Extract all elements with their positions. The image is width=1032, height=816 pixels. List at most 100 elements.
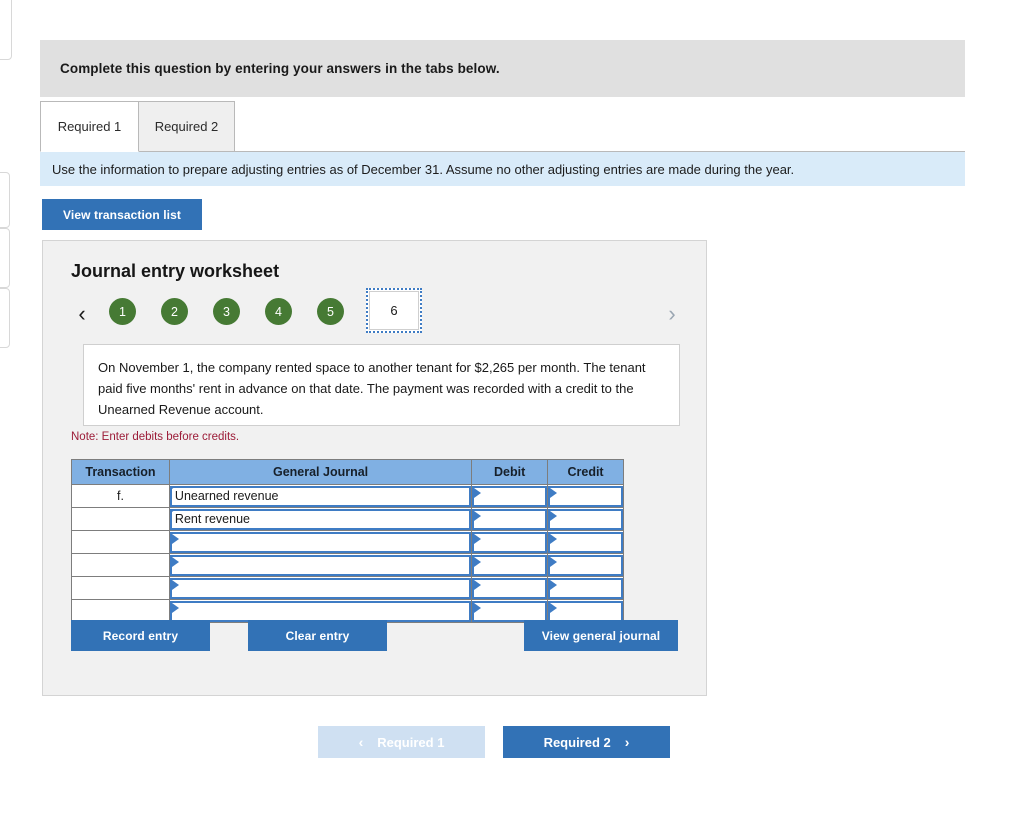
- debit-input[interactable]: [472, 554, 548, 576]
- cell-account: [168, 576, 473, 600]
- account-select[interactable]: [169, 531, 472, 553]
- chevron-right-icon: [474, 579, 482, 590]
- record-entry-button[interactable]: Record entry: [71, 620, 210, 651]
- tab-required-1[interactable]: Required 1: [40, 101, 139, 152]
- account-select[interactable]: Rent revenue: [169, 508, 472, 530]
- page-root: Complete this question by entering your …: [0, 0, 1032, 816]
- cell-transaction[interactable]: [71, 507, 170, 531]
- header-credit: Credit: [547, 459, 624, 485]
- debit-input[interactable]: [472, 531, 548, 553]
- cell-debit: [471, 484, 549, 508]
- chevron-right-icon: ›: [624, 734, 630, 750]
- chevron-right-icon: [474, 556, 482, 567]
- stepper-step-1[interactable]: 1: [109, 298, 136, 325]
- debit-input[interactable]: [472, 600, 548, 622]
- chevron-right-icon: [550, 602, 558, 613]
- account-select[interactable]: [169, 554, 472, 576]
- worksheet-title: Journal entry worksheet: [71, 261, 280, 281]
- offscreen-panel-b: [0, 228, 10, 288]
- cell-transaction[interactable]: [71, 530, 170, 554]
- stepper-step-4[interactable]: 4: [265, 298, 292, 325]
- table-row: f. Unearned revenue: [71, 484, 624, 508]
- chevron-right-icon: [550, 487, 558, 498]
- general-journal-thead: Transaction General Journal Debit Credit: [71, 459, 624, 485]
- offscreen-panel-a: [0, 172, 10, 228]
- offscreen-panel-top: [0, 0, 12, 60]
- cell-debit: [471, 507, 549, 531]
- view-transaction-list-button[interactable]: View transaction list: [42, 199, 202, 230]
- debit-input[interactable]: [472, 508, 548, 530]
- question-banner: Complete this question by entering your …: [40, 40, 965, 97]
- footer-next-label: Required 2: [543, 734, 611, 750]
- journal-entry-worksheet-panel: Journal entry worksheet ‹ 1 2 3 4 5 6 › …: [42, 240, 707, 696]
- credit-input[interactable]: [548, 600, 623, 622]
- stepper-step-6-current[interactable]: 6: [366, 288, 422, 333]
- credit-input[interactable]: [548, 508, 623, 530]
- cell-credit: [547, 530, 624, 554]
- transaction-prompt-text: On November 1, the company rented space …: [98, 360, 646, 417]
- stepper-step-3[interactable]: 3: [213, 298, 240, 325]
- credit-input[interactable]: [548, 485, 623, 507]
- general-journal-table: Transaction General Journal Debit Credit…: [71, 459, 624, 623]
- view-general-journal-button[interactable]: View general journal: [524, 620, 678, 651]
- credit-input[interactable]: [548, 577, 623, 599]
- chevron-right-icon: [474, 533, 482, 544]
- transaction-prompt-box: On November 1, the company rented space …: [83, 344, 680, 426]
- footer-next-required-2-button[interactable]: Required 2 ›: [503, 726, 670, 758]
- tab-required-2[interactable]: Required 2: [139, 101, 235, 152]
- cell-debit: [471, 530, 549, 554]
- table-row: [71, 576, 624, 600]
- account-select[interactable]: Unearned revenue: [169, 485, 472, 507]
- chevron-right-icon: [550, 510, 558, 521]
- chevron-right-icon: [550, 533, 558, 544]
- instruction-text: Use the information to prepare adjusting…: [52, 161, 795, 177]
- general-journal-header-row: Transaction General Journal Debit Credit: [71, 459, 624, 485]
- header-general-journal: General Journal: [168, 459, 473, 485]
- chevron-right-icon: [171, 533, 179, 544]
- credit-input[interactable]: [548, 531, 623, 553]
- chevron-right-icon: [550, 556, 558, 567]
- cell-credit: [547, 576, 624, 600]
- instruction-bar: Use the information to prepare adjusting…: [40, 152, 965, 186]
- table-row: Rent revenue: [71, 507, 624, 531]
- stepper-step-6-label: 6: [390, 303, 398, 318]
- stepper-step-5[interactable]: 5: [317, 298, 344, 325]
- account-select[interactable]: [169, 600, 472, 622]
- cell-transaction[interactable]: f.: [71, 484, 170, 508]
- stepper-step-2[interactable]: 2: [161, 298, 188, 325]
- cell-credit: [547, 507, 624, 531]
- question-banner-text: Complete this question by entering your …: [60, 61, 500, 76]
- debit-input[interactable]: [472, 485, 548, 507]
- offscreen-panel-c: [0, 288, 10, 348]
- credit-input[interactable]: [548, 554, 623, 576]
- cell-credit: [547, 553, 624, 577]
- cell-debit: [471, 553, 549, 577]
- debit-input[interactable]: [472, 577, 548, 599]
- cell-account: Rent revenue: [168, 507, 473, 531]
- chevron-left-icon: ‹: [358, 734, 364, 750]
- table-row: [71, 530, 624, 554]
- cell-transaction[interactable]: [71, 553, 170, 577]
- debits-before-credits-note: Note: Enter debits before credits.: [71, 431, 240, 443]
- header-debit: Debit: [471, 459, 549, 485]
- table-row: [71, 553, 624, 577]
- footer-prev-required-1-button[interactable]: ‹ Required 1: [318, 726, 485, 758]
- cell-debit: [471, 576, 549, 600]
- worksheet-stepper: ‹ 1 2 3 4 5 6 ›: [71, 288, 683, 341]
- header-transaction: Transaction: [71, 459, 170, 485]
- tab-required-1-label: Required 1: [57, 119, 122, 134]
- general-journal-tbody: f. Unearned revenue Rent revenue: [71, 484, 624, 623]
- account-select[interactable]: [169, 577, 472, 599]
- required-tabs: Required 1 Required 2: [40, 101, 965, 152]
- chevron-right-icon: [474, 510, 482, 521]
- cell-transaction[interactable]: [71, 576, 170, 600]
- cell-account: [168, 530, 473, 554]
- account-select-value: Unearned revenue: [171, 489, 279, 503]
- cell-credit: [547, 484, 624, 508]
- footer-prev-label: Required 1: [377, 734, 445, 750]
- stepper-prev-icon[interactable]: ‹: [71, 299, 93, 329]
- stepper-next-icon[interactable]: ›: [661, 299, 683, 329]
- tab-required-2-label: Required 2: [154, 119, 219, 134]
- clear-entry-button[interactable]: Clear entry: [248, 620, 387, 651]
- chevron-right-icon: [171, 579, 179, 590]
